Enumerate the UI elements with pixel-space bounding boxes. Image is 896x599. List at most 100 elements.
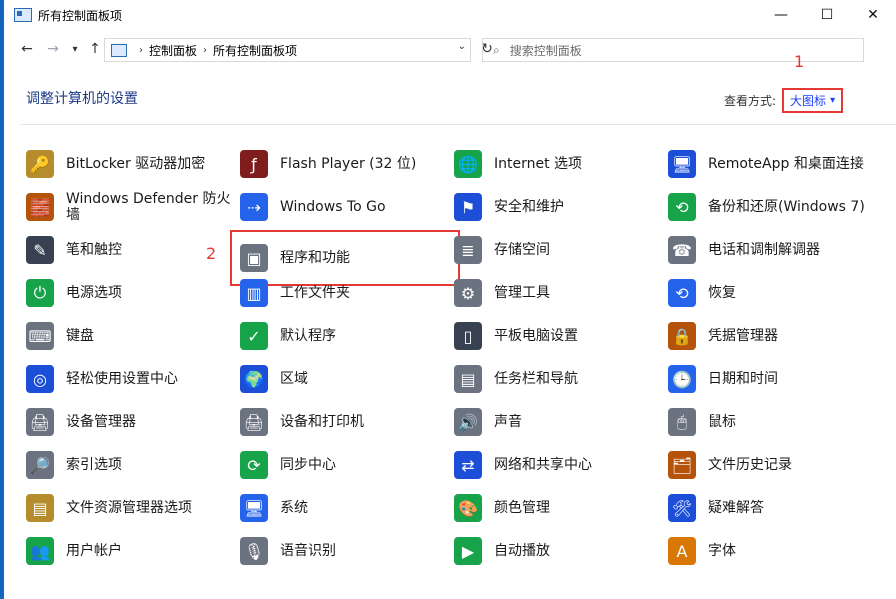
cp-item[interactable]: 🕒 日期和时间: [668, 359, 878, 399]
cp-item[interactable]: 👥 用户帐户: [26, 531, 236, 571]
default-programs-icon: ✓: [240, 322, 268, 350]
cp-item[interactable]: 🔒 凭据管理器: [668, 316, 878, 356]
search-box[interactable]: ⌕ 搜索控制面板: [482, 38, 864, 62]
cp-item-label: 笔和触控: [66, 242, 122, 258]
divider: [20, 124, 896, 125]
cp-item[interactable]: ✎ 笔和触控: [26, 230, 236, 270]
cp-item[interactable]: ⚑ 安全和维护: [454, 187, 664, 227]
cp-item[interactable]: ▥ 工作文件夹: [240, 273, 450, 313]
cp-item[interactable]: ƒ Flash Player (32 位): [240, 144, 450, 184]
cp-item[interactable]: ⇢ Windows To Go: [240, 187, 450, 227]
cp-item[interactable]: 🔊 声音: [454, 402, 664, 442]
cp-item-label: 凭据管理器: [708, 328, 778, 344]
cp-item[interactable]: 🖥 RemoteApp 和桌面连接: [668, 144, 878, 184]
cp-item[interactable]: ⚙ 管理工具: [454, 273, 664, 313]
cp-item-label: 平板电脑设置: [494, 328, 578, 344]
credential-manager-icon: 🔒: [668, 322, 696, 350]
cp-item[interactable]: ≣ 存储空间: [454, 230, 664, 270]
cp-item[interactable]: ⟲ 恢复: [668, 273, 878, 313]
cp-item[interactable]: 🖥 系统: [240, 488, 450, 528]
cp-item-label: Flash Player (32 位): [280, 156, 417, 172]
power-options-icon: ⏻: [26, 279, 54, 307]
title-bar[interactable]: 所有控制面板项 — ☐ ✕: [4, 0, 896, 30]
cp-item[interactable]: 🖱 鼠标: [668, 402, 878, 442]
cp-item[interactable]: 🌐 Internet 选项: [454, 144, 664, 184]
cp-item[interactable]: 🗂 文件历史记录: [668, 445, 878, 485]
cp-item[interactable]: ▤ 文件资源管理器选项: [26, 488, 236, 528]
breadcrumb-all-items[interactable]: 所有控制面板项: [213, 42, 297, 59]
cp-item-label: Internet 选项: [494, 156, 583, 172]
cp-item-label: RemoteApp 和桌面连接: [708, 156, 864, 172]
address-dropdown-icon[interactable]: ⌄: [458, 41, 466, 52]
color-management-icon: 🎨: [454, 494, 482, 522]
cp-item-label: 键盘: [66, 328, 94, 344]
cp-item-label: 颜色管理: [494, 500, 550, 516]
cp-item-label: 声音: [494, 414, 522, 430]
cp-item[interactable]: ⏻ 电源选项: [26, 273, 236, 313]
cp-item[interactable]: ▤ 任务栏和导航: [454, 359, 664, 399]
cp-item-label: 同步中心: [280, 457, 336, 473]
up-arrow-icon[interactable]: ↑: [84, 38, 106, 60]
cp-item[interactable]: ⟳ 同步中心: [240, 445, 450, 485]
taskbar-icon: ▤: [454, 365, 482, 393]
window-title: 所有控制面板项: [38, 8, 123, 23]
cp-item-label: 日期和时间: [708, 371, 778, 387]
cp-item[interactable]: ⇄ 网络和共享中心: [454, 445, 664, 485]
cp-item[interactable]: 🎨 颜色管理: [454, 488, 664, 528]
address-bar[interactable]: › 控制面板 › 所有控制面板项 ⌄: [104, 38, 471, 62]
maximize-button[interactable]: ☐: [804, 0, 850, 30]
cp-item[interactable]: ⌨ 键盘: [26, 316, 236, 356]
window-left-border: [0, 0, 4, 599]
view-by: 查看方式: 大图标 ▾: [724, 88, 844, 113]
bitlocker-key-icon: 🔑: [26, 150, 54, 178]
cp-item[interactable]: ☎ 电话和调制解调器: [668, 230, 878, 270]
navigation-bar: ← → ▾ ↑ › 控制面板 › 所有控制面板项 ⌄ ↻ ⌕ 搜索控制面板: [4, 36, 896, 64]
recovery-icon: ⟲: [668, 279, 696, 307]
network-sharing-icon: ⇄: [454, 451, 482, 479]
cp-item-label: 疑难解答: [708, 500, 764, 516]
view-by-dropdown[interactable]: 大图标 ▾: [782, 88, 844, 113]
cp-item[interactable]: 🧱 Windows Defender 防火墙: [26, 187, 236, 227]
internet-options-icon: 🌐: [454, 150, 482, 178]
admin-tools-icon: ⚙: [454, 279, 482, 307]
cp-item[interactable]: ▯ 平板电脑设置: [454, 316, 664, 356]
control-panel-icon: [111, 43, 127, 57]
cp-item[interactable]: ◎ 轻松使用设置中心: [26, 359, 236, 399]
cp-item[interactable]: A 字体: [668, 531, 878, 571]
cp-item-label: 文件资源管理器选项: [66, 500, 192, 516]
cp-item[interactable]: 🖨 设备管理器: [26, 402, 236, 442]
forward-arrow-icon[interactable]: →: [42, 38, 64, 60]
breadcrumb-control-panel[interactable]: 控制面板: [149, 42, 197, 59]
annotation-1: 1: [794, 52, 805, 71]
cp-item-label: 用户帐户: [66, 543, 122, 559]
cp-item-label: 系统: [280, 500, 308, 516]
cp-item[interactable]: 🎙 语音识别: [240, 531, 450, 571]
cp-item-label: 默认程序: [280, 328, 336, 344]
cp-item[interactable]: 🖨 设备和打印机: [240, 402, 450, 442]
cp-item-label: 索引选项: [66, 457, 122, 473]
cp-item[interactable]: 🛠 疑难解答: [668, 488, 878, 528]
phone-modem-icon: ☎: [668, 236, 696, 264]
flash-icon: ƒ: [240, 150, 268, 178]
explorer-options-icon: ▤: [26, 494, 54, 522]
cp-item[interactable]: ✓ 默认程序: [240, 316, 450, 356]
mouse-icon: 🖱: [668, 408, 696, 436]
indexing-icon: 🔎: [26, 451, 54, 479]
cp-item[interactable]: 🔑 BitLocker 驱动器加密: [26, 144, 236, 184]
device-manager-icon: 🖨: [26, 408, 54, 436]
close-button[interactable]: ✕: [850, 0, 896, 30]
cp-item-label: 自动播放: [494, 543, 550, 559]
cp-item[interactable]: 🌍 区域: [240, 359, 450, 399]
cp-item[interactable]: ⟲ 备份和还原(Windows 7): [668, 187, 878, 227]
cp-item-label: 管理工具: [494, 285, 550, 301]
pen-icon: ✎: [26, 236, 54, 264]
chevron-right-icon: ›: [203, 44, 208, 56]
history-dropdown-icon[interactable]: ▾: [64, 38, 86, 60]
back-arrow-icon[interactable]: ←: [16, 38, 38, 60]
cp-item[interactable]: ▶ 自动播放: [454, 531, 664, 571]
keyboard-icon: ⌨: [26, 322, 54, 350]
cp-item-label: Windows To Go: [280, 199, 386, 215]
cp-item[interactable]: 🔎 索引选项: [26, 445, 236, 485]
page-title: 调整计算机的设置: [26, 91, 138, 107]
minimize-button[interactable]: —: [758, 0, 804, 30]
